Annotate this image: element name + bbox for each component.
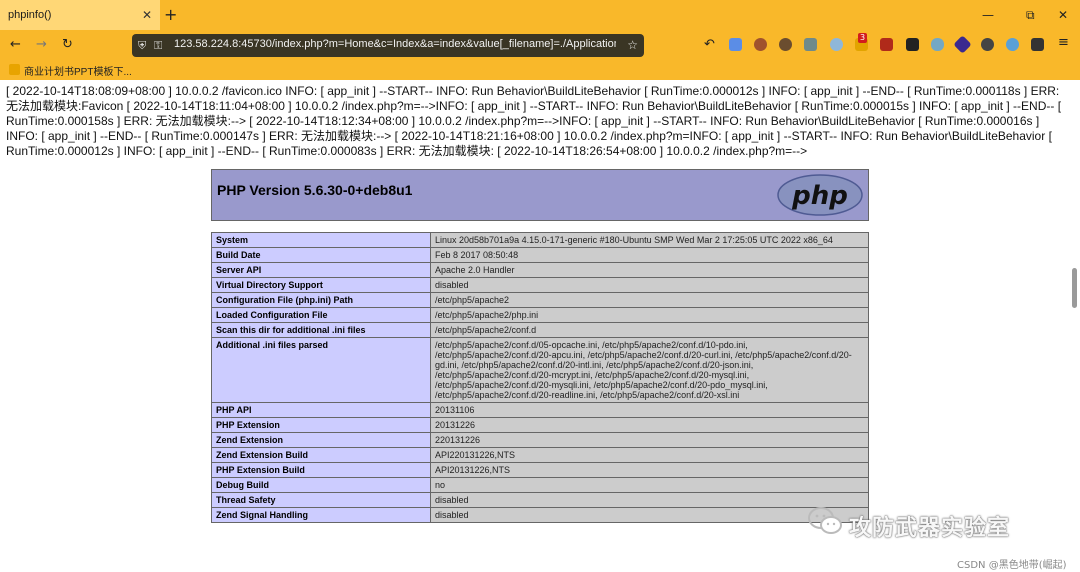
- table-row: Additional .ini files parsed/etc/php5/ap…: [211, 337, 869, 403]
- extension-icon[interactable]: [931, 38, 944, 51]
- extension-icon[interactable]: [880, 38, 893, 51]
- table-row: Scan this dir for additional .ini files /…: [211, 322, 869, 338]
- row-value: /etc/php5/apache2/php.ini: [430, 307, 869, 323]
- bookmark-favicon-icon: [9, 64, 20, 75]
- nav-bar: ← → ↻ ⛨ ⚿ 123.58.224.8:45730/index.php?m…: [0, 30, 1080, 60]
- phpinfo-header: PHP Version 5.6.30-0+deb8u1 php: [211, 169, 869, 221]
- table-row: Virtual Directory Support disabled: [211, 277, 869, 293]
- table-row: PHP Extension 20131226: [211, 417, 869, 433]
- lock-icon[interactable]: ⚿: [154, 39, 162, 53]
- row-value: API220131226,NTS: [430, 447, 869, 463]
- new-tab-icon[interactable]: +: [164, 6, 177, 24]
- row-key: Zend Extension: [211, 432, 431, 448]
- browser-chrome: phpinfo() ✕ + — ⧉ ✕ ← → ↻ ⛨ ⚿ 123.58.224…: [0, 0, 1080, 80]
- table-row: Zend Extension 220131226: [211, 432, 869, 448]
- url-text[interactable]: 123.58.224.8:45730/index.php?m=Home&c=In…: [174, 38, 616, 50]
- row-key: Server API: [211, 262, 431, 278]
- phpinfo-container: PHP Version 5.6.30-0+deb8u1 php System Li…: [211, 169, 869, 523]
- phpinfo-table: System Linux 20d58b701a9a 4.15.0-171-gene…: [211, 232, 869, 523]
- reload-icon[interactable]: ↻: [62, 38, 73, 52]
- extension-icon[interactable]: [754, 38, 767, 51]
- table-row: PHP API 20131106: [211, 402, 869, 418]
- row-value: 220131226: [430, 432, 869, 448]
- log-output: [ 2022-10-14T18:08:09+08:00 ] 10.0.0.2 /…: [6, 84, 1062, 158]
- undo-icon[interactable]: ↶: [704, 38, 715, 52]
- row-value: Feb 8 2017 08:50:48: [430, 247, 869, 263]
- table-row: System Linux 20d58b701a9a 4.15.0-171-gene…: [211, 232, 869, 248]
- row-key: PHP API: [211, 402, 431, 418]
- row-key: Debug Build: [211, 477, 431, 493]
- row-value: Apache 2.0 Handler: [430, 262, 869, 278]
- back-icon[interactable]: ←: [10, 38, 21, 52]
- row-value: no: [430, 477, 869, 493]
- row-key: PHP Extension Build: [211, 462, 431, 478]
- menu-icon[interactable]: ≡: [1058, 36, 1069, 50]
- row-key: Configuration File (php.ini) Path: [211, 292, 431, 308]
- row-key: Zend Extension Build: [211, 447, 431, 463]
- close-window-icon[interactable]: ✕: [1058, 8, 1068, 22]
- bookmarks-bar: 商业计划书PPT模板下...: [0, 60, 1080, 80]
- bookmark-star-icon[interactable]: ☆: [627, 38, 638, 52]
- watermark-text: 攻防武器实验室: [849, 516, 1011, 541]
- extension-badge: 3: [858, 33, 868, 43]
- row-value: disabled: [430, 492, 869, 508]
- extension-icon[interactable]: [981, 38, 994, 51]
- table-row: Thread Safety disabled: [211, 492, 869, 508]
- row-key: Build Date: [211, 247, 431, 263]
- table-row: Loaded Configuration File/etc/php5/apach…: [211, 307, 869, 323]
- row-key: Scan this dir for additional .ini files: [211, 322, 431, 338]
- restore-icon[interactable]: ⧉: [1026, 8, 1035, 22]
- row-key: Additional .ini files parsed: [211, 337, 431, 403]
- row-value: /etc/php5/apache2/conf.d: [430, 322, 869, 338]
- tab-title: phpinfo(): [8, 9, 52, 21]
- row-value: /etc/php5/apache2: [430, 292, 869, 308]
- table-row: Zend Signal Handling disabled: [211, 507, 869, 523]
- tab-bar: phpinfo() ✕ + — ⧉ ✕: [0, 0, 1080, 30]
- bookmark-item[interactable]: 商业计划书PPT模板下...: [24, 63, 132, 78]
- row-key: Thread Safety: [211, 492, 431, 508]
- forward-icon[interactable]: →: [36, 38, 47, 52]
- tab-close-icon[interactable]: ✕: [142, 8, 152, 22]
- row-value: Linux 20d58b701a9a 4.15.0-171-generic #1…: [430, 232, 869, 248]
- row-value: API20131226,NTS: [430, 462, 869, 478]
- page-content: [ 2022-10-14T18:08:09+08:00 ] 10.0.0.2 /…: [0, 80, 1080, 572]
- shield-icon[interactable]: ⛨: [138, 39, 146, 53]
- table-row: Zend Extension Build API220131226,NTS: [211, 447, 869, 463]
- extension-icon[interactable]: [830, 38, 843, 51]
- extension-icon[interactable]: [729, 38, 742, 51]
- row-key: Zend Signal Handling: [211, 507, 431, 523]
- row-value: disabled: [430, 277, 869, 293]
- table-row: Server API Apache 2.0 Handler: [211, 262, 869, 278]
- extension-icon[interactable]: [779, 38, 792, 51]
- row-key: Virtual Directory Support: [211, 277, 431, 293]
- row-key: Loaded Configuration File: [211, 307, 431, 323]
- address-bar[interactable]: ⛨ ⚿ 123.58.224.8:45730/index.php?m=Home&…: [132, 34, 644, 57]
- wechat-icon: [808, 507, 842, 534]
- extension-icon[interactable]: [804, 38, 817, 51]
- extension-icon[interactable]: [1031, 38, 1044, 51]
- table-row: PHP Extension Build API20131226,NTS: [211, 462, 869, 478]
- row-value: disabled: [430, 507, 869, 523]
- extension-icon[interactable]: [906, 38, 919, 51]
- row-value: 20131226: [430, 417, 869, 433]
- row-key: PHP Extension: [211, 417, 431, 433]
- table-row: Configuration File (php.ini) Path/etc/ph…: [211, 292, 869, 308]
- php-version-title: PHP Version 5.6.30-0+deb8u1: [217, 182, 413, 198]
- php-logo-text: php: [791, 181, 848, 211]
- csdn-attribution: CSDN @黑色地带(崛起): [957, 560, 1067, 571]
- extension-icon[interactable]: [953, 35, 972, 54]
- row-value: /etc/php5/apache2/conf.d/05-opcache.ini,…: [430, 337, 869, 403]
- minimize-icon[interactable]: —: [982, 8, 994, 22]
- row-value: 20131106: [430, 402, 869, 418]
- tab-phpinfo[interactable]: phpinfo() ✕: [0, 0, 160, 30]
- scrollbar[interactable]: [1072, 268, 1077, 308]
- php-logo: php: [777, 174, 863, 216]
- table-row: Build Date Feb 8 2017 08:50:48: [211, 247, 869, 263]
- row-key: System: [211, 232, 431, 248]
- table-row: Debug Build no: [211, 477, 869, 493]
- extension-icon[interactable]: [1006, 38, 1019, 51]
